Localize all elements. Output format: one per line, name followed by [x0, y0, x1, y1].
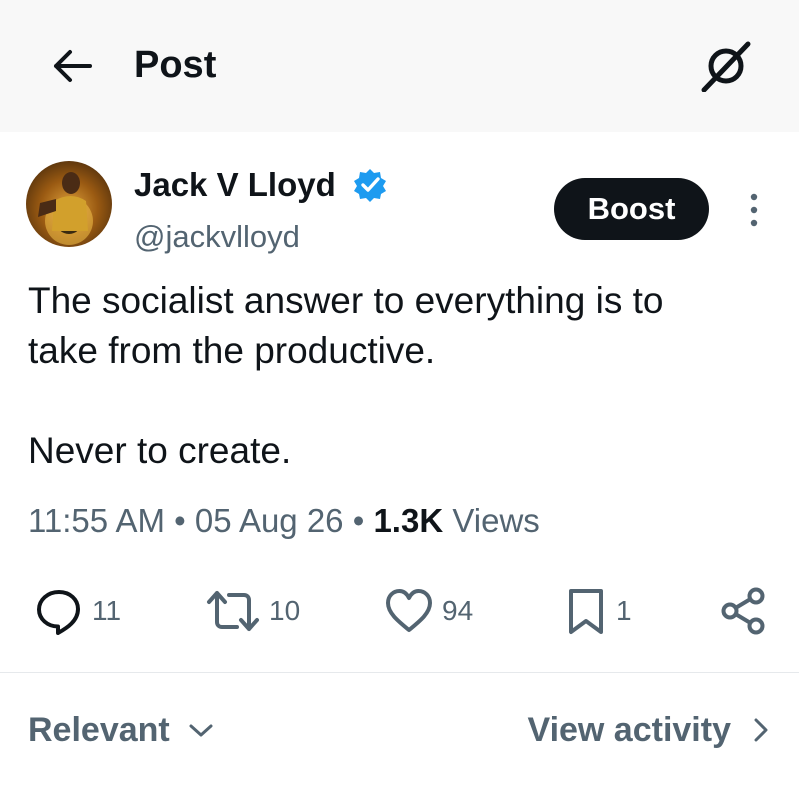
post-text-line: Never to create.	[28, 430, 292, 471]
arrow-left-icon[interactable]	[52, 48, 92, 84]
reply-count: 11	[92, 595, 122, 626]
post-date[interactable]: 05 Aug 26	[195, 502, 344, 539]
chevron-right-icon	[754, 718, 768, 742]
share-icon	[721, 587, 765, 635]
post-time[interactable]: 11:55 AM	[28, 502, 165, 539]
repost-icon	[207, 591, 259, 631]
grok-icon[interactable]	[700, 40, 752, 92]
meta-separator: •	[352, 502, 365, 539]
reply-icon	[37, 590, 80, 635]
bookmark-button[interactable]: 1	[564, 584, 632, 638]
heart-icon	[386, 589, 432, 632]
post-text-line: The socialist answer to everything is to	[28, 280, 664, 321]
like-count: 94	[442, 595, 474, 626]
top-bar: Post	[0, 0, 799, 132]
like-button[interactable]: 94	[384, 584, 473, 638]
chevron-down-icon	[189, 724, 213, 737]
author-handle[interactable]: @jackvlloyd	[134, 218, 300, 256]
share-button[interactable]	[718, 584, 768, 638]
sort-label: Relevant	[28, 711, 170, 749]
repost-count: 10	[269, 595, 301, 626]
boost-button[interactable]: Boost	[554, 178, 709, 240]
avatar-image	[38, 172, 93, 245]
meta-separator: •	[174, 502, 186, 539]
verified-badge-icon	[354, 169, 386, 202]
author-name[interactable]: Jack V Lloyd	[134, 165, 336, 205]
view-activity-label: View activity	[527, 711, 732, 749]
views-label: Views	[452, 502, 540, 539]
sort-dropdown[interactable]: Relevant	[28, 708, 218, 752]
post-meta: 11:55 AM • 05 Aug 26 • 1.3K Views	[28, 500, 540, 542]
more-options-icon[interactable]	[740, 188, 768, 232]
post-text: The socialist answer to everything is to…	[28, 276, 788, 476]
page-title: Post	[134, 44, 217, 86]
avatar[interactable]	[26, 161, 112, 247]
repost-button[interactable]: 10	[205, 584, 300, 638]
post-text-blank-line	[28, 376, 788, 426]
action-bar: 11 10 94 1	[0, 584, 799, 638]
bookmark-count: 1	[616, 595, 632, 626]
bookmark-icon	[569, 589, 603, 634]
divider	[0, 672, 799, 673]
post-text-line: take from the productive.	[28, 330, 436, 371]
views-count: 1.3K	[373, 502, 444, 539]
reply-button[interactable]: 11	[34, 584, 121, 638]
view-activity-link[interactable]: View activity	[528, 708, 774, 752]
